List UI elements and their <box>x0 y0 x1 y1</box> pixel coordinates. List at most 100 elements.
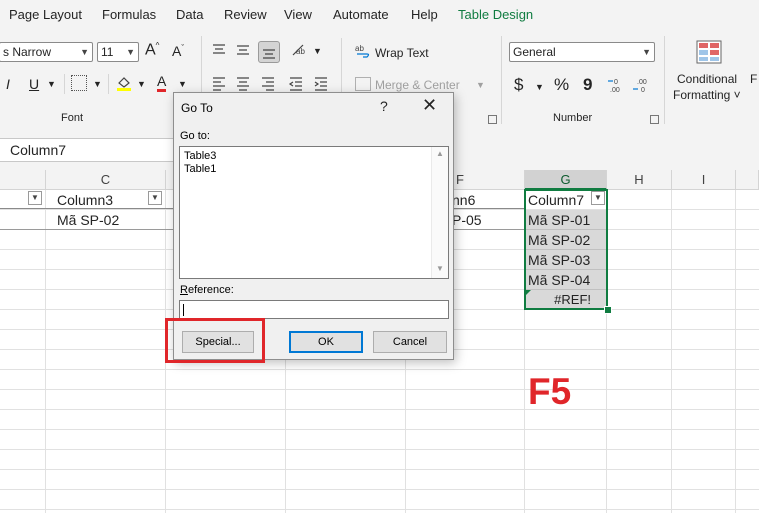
align-top-icon[interactable] <box>211 42 227 58</box>
align-left-icon[interactable] <box>211 75 227 91</box>
gridline <box>0 449 759 450</box>
percent-icon[interactable]: % <box>554 75 569 95</box>
chevron-down-icon[interactable]: ▼ <box>535 82 544 92</box>
fill-color-icon[interactable] <box>115 74 133 92</box>
column-header-c[interactable]: C <box>46 170 166 190</box>
decrease-indent-icon[interactable] <box>288 75 304 91</box>
goto-list[interactable]: Table3 Table1 ▲ ▼ <box>179 146 449 279</box>
chevron-down-icon[interactable]: ▼ <box>313 46 322 56</box>
comma-style-icon[interactable]: 9 <box>583 75 592 95</box>
gridline <box>0 389 759 390</box>
svg-text:0: 0 <box>614 79 618 86</box>
text-caret <box>183 304 184 316</box>
group-label-font: Font <box>61 112 84 124</box>
filter-dropdown-icon[interactable]: ▼ <box>28 191 42 205</box>
svg-text:ab: ab <box>355 44 364 53</box>
font-size-combo[interactable]: 11 ▼ <box>97 42 139 62</box>
gridline <box>0 429 759 430</box>
menu-data[interactable]: Data <box>176 7 203 22</box>
cancel-button-label: Cancel <box>392 336 428 348</box>
ok-button-label: OK <box>318 336 334 348</box>
font-name-value: s Narrow <box>3 45 52 59</box>
table-header-column6[interactable]: nn6 <box>452 190 475 210</box>
column-header-h[interactable]: H <box>607 170 672 190</box>
help-icon[interactable]: ? <box>380 98 388 114</box>
menu-formulas[interactable]: Formulas <box>102 7 156 22</box>
currency-icon[interactable]: $ <box>514 75 523 95</box>
number-dialog-launcher-icon[interactable] <box>650 115 659 124</box>
table-cell[interactable]: Mã SP-02 <box>57 210 119 230</box>
menu-review[interactable]: Review <box>224 7 267 22</box>
chevron-down-icon[interactable]: ▼ <box>178 79 187 89</box>
merge-center-button[interactable]: Merge & Center <box>375 78 460 92</box>
highlight-box <box>165 318 265 363</box>
menu-automate[interactable]: Automate <box>333 7 389 22</box>
goto-label: Go to: <box>180 130 210 142</box>
italic-icon[interactable]: I <box>6 76 10 92</box>
menu-help[interactable]: Help <box>411 7 438 22</box>
font-color-icon[interactable]: A <box>157 74 167 92</box>
chevron-down-icon[interactable]: ▼ <box>93 79 102 89</box>
svg-text:0: 0 <box>641 87 645 94</box>
scroll-down-icon[interactable]: ▼ <box>436 264 444 273</box>
decrease-font-icon[interactable]: Aˇ <box>172 43 184 59</box>
divider <box>501 36 502 124</box>
gridline <box>45 190 46 513</box>
column-header-g[interactable]: G <box>525 170 607 190</box>
decrease-decimal-icon[interactable]: .00 0 <box>632 76 652 94</box>
chevron-down-icon[interactable]: ▼ <box>476 80 485 90</box>
orientation-icon[interactable]: ab <box>290 42 308 58</box>
conditional-formatting-icon[interactable] <box>696 40 722 64</box>
align-right-icon[interactable] <box>260 75 276 91</box>
dialog-title: Go To <box>181 101 213 115</box>
number-format-combo[interactable]: General ▼ <box>509 42 655 62</box>
increase-indent-icon[interactable] <box>313 75 329 91</box>
gridline <box>0 509 759 510</box>
table-header-column3[interactable]: Column3 <box>57 190 113 210</box>
list-item[interactable]: Table1 <box>184 163 216 175</box>
fill-handle[interactable] <box>604 306 612 314</box>
increase-decimal-icon[interactable]: 0.00 <box>607 76 627 94</box>
alignment-dialog-launcher-icon[interactable] <box>488 115 497 124</box>
chevron-down-icon[interactable]: ▼ <box>137 79 146 89</box>
wrap-text-icon[interactable]: ab <box>355 43 371 59</box>
merge-center-icon[interactable] <box>355 77 371 91</box>
menu-view[interactable]: View <box>284 7 312 22</box>
increase-font-icon[interactable]: A^ <box>145 41 159 59</box>
divider <box>108 74 109 94</box>
svg-text:ab: ab <box>296 47 305 56</box>
reference-input[interactable] <box>179 300 449 319</box>
chevron-down-icon[interactable]: ▼ <box>47 79 56 89</box>
name-box[interactable]: Column7 <box>0 138 200 162</box>
menu-bar: Page Layout Formulas Data Review View Au… <box>0 0 759 30</box>
align-middle-icon[interactable] <box>235 42 251 58</box>
gridline <box>671 190 672 513</box>
conditional-formatting-label[interactable]: Conditional <box>677 72 737 86</box>
menu-table-design[interactable]: Table Design <box>458 7 533 22</box>
align-bottom-icon[interactable] <box>258 41 280 63</box>
list-item[interactable]: Table3 <box>184 150 216 162</box>
align-center-icon[interactable] <box>235 75 251 91</box>
wrap-text-button[interactable]: Wrap Text <box>375 46 429 60</box>
ok-button[interactable]: OK <box>289 331 363 353</box>
font-name-combo[interactable]: s Narrow ▼ <box>0 42 93 62</box>
table-cell[interactable]: P-05 <box>452 210 482 230</box>
format-as-table-label[interactable]: F <box>750 72 757 86</box>
scroll-up-icon[interactable]: ▲ <box>436 149 444 158</box>
close-icon[interactable]: ✕ <box>422 95 437 116</box>
divider <box>664 36 665 124</box>
filter-dropdown-icon[interactable]: ▼ <box>148 191 162 205</box>
scrollbar[interactable]: ▲ ▼ <box>431 147 448 278</box>
gridline <box>735 190 736 513</box>
underline-icon[interactable]: U <box>29 76 39 92</box>
column-header-b[interactable] <box>0 170 46 190</box>
number-format-value: General <box>513 45 556 59</box>
conditional-formatting-label-2[interactable]: Formatting ˅ <box>673 88 741 102</box>
column-header-j[interactable] <box>736 170 759 190</box>
chevron-down-icon: ▼ <box>80 47 89 57</box>
gridline <box>0 469 759 470</box>
menu-page-layout[interactable]: Page Layout <box>9 7 82 22</box>
borders-icon[interactable] <box>71 75 87 91</box>
column-header-i[interactable]: I <box>672 170 736 190</box>
cancel-button[interactable]: Cancel <box>373 331 447 353</box>
